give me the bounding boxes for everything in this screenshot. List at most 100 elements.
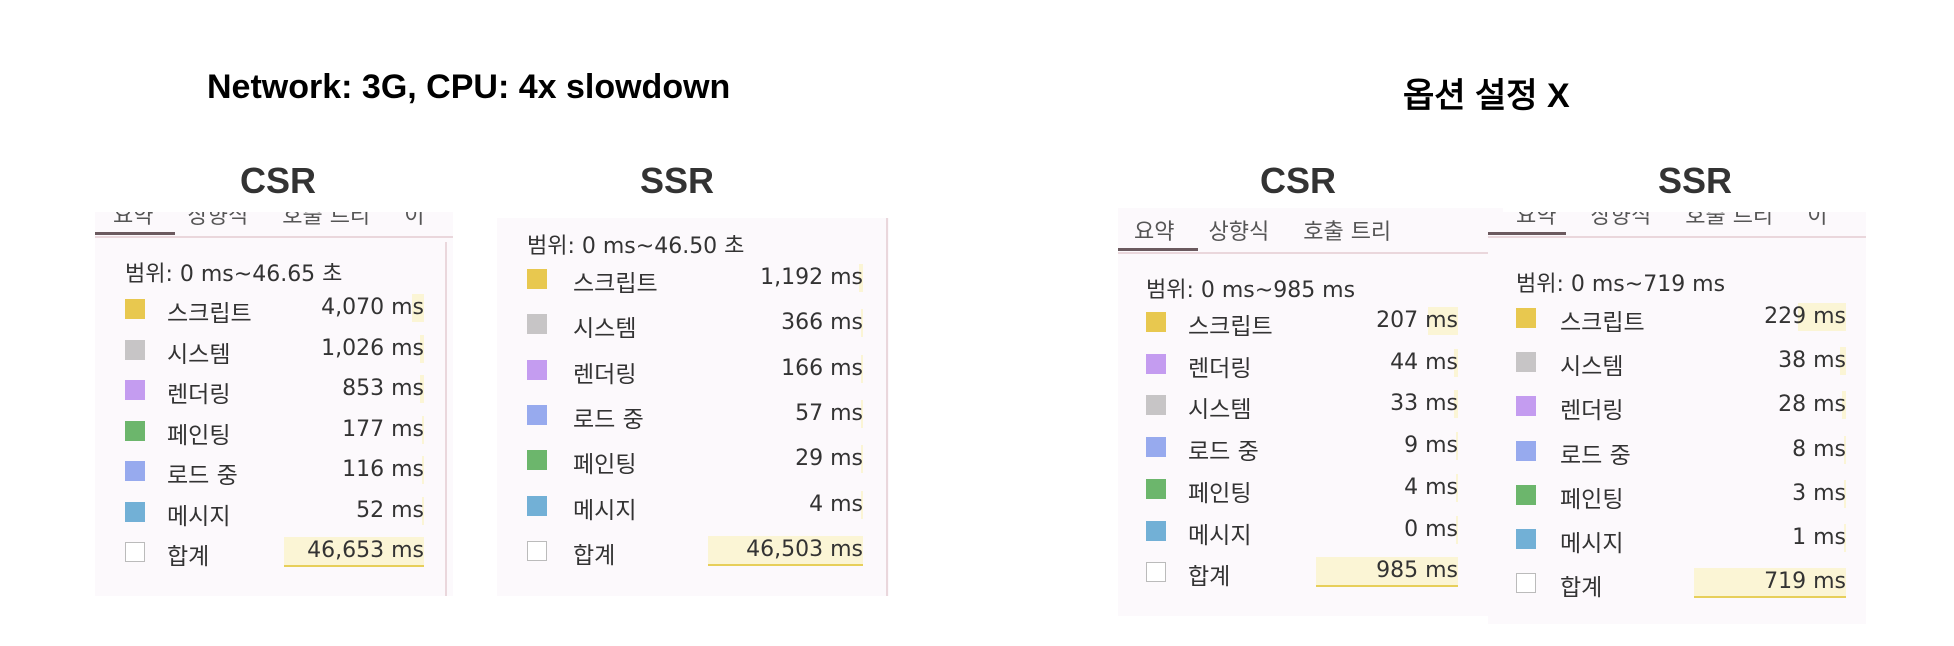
category-label: 페인팅 — [167, 422, 231, 449]
total-row: 합계 46,503 ms — [497, 534, 889, 569]
category-value: 46,653 ms — [307, 538, 424, 563]
category-row: 페인팅 4 ms — [1118, 472, 1503, 507]
performance-summary-panel-csr-no-options: 요약 상향식 호출 트리 범위: 0 ms~985 ms 스크립트 207 ms 렌더링… — [1118, 208, 1503, 616]
category-color-swatch — [1146, 437, 1166, 458]
category-value: 29 ms — [795, 446, 863, 472]
tab-call-tree[interactable]: 호출 트리 — [1685, 212, 1773, 230]
category-row: 메시지 1 ms — [1488, 522, 1866, 557]
tab-call-tree[interactable]: 호출 트리 — [1303, 214, 1391, 246]
panel-tab-bar: 요약 상향식 호출 트리 — [1134, 214, 1503, 246]
category-value: 4,070 ms — [321, 295, 424, 320]
category-label: 합계 — [167, 544, 210, 570]
category-value: 1,192 ms — [760, 265, 863, 290]
category-row: 렌더링 166 ms — [497, 353, 889, 388]
time-range: 범위: 0 ms~46.65 초 — [125, 262, 343, 287]
category-color-swatch — [527, 269, 547, 289]
active-tab-indicator — [95, 232, 175, 235]
time-range: 범위: 0 ms~46.50 초 — [527, 234, 745, 259]
active-tab-indicator — [1488, 232, 1566, 235]
category-row: 시스템 38 ms — [1488, 345, 1866, 381]
category-label: 메시지 — [1560, 531, 1624, 557]
category-label: 렌더링 — [167, 382, 231, 408]
performance-summary-panel-ssr-throttled: 범위: 0 ms~46.50 초 스크립트 1,192 ms 시스템 366 ms 렌더… — [497, 218, 889, 596]
category-value: 44 ms — [1390, 349, 1458, 375]
category-color-swatch — [1516, 352, 1536, 373]
active-tab-indicator — [1118, 248, 1198, 251]
total-row: 합계 46,653 ms — [95, 535, 453, 570]
category-row: 렌더링 853 ms — [95, 373, 453, 408]
category-value: 719 ms — [1764, 569, 1846, 595]
category-label: 스크립트 — [1188, 314, 1273, 340]
time-range: 범위: 0 ms~985 ms — [1146, 278, 1356, 303]
category-row: 로드 중 9 ms — [1118, 430, 1503, 466]
column-title-csr-throttled: CSR — [240, 160, 317, 201]
category-row: 페인팅 3 ms — [1488, 478, 1866, 513]
category-row: 페인팅 29 ms — [497, 443, 889, 479]
category-label: 로드 중 — [1188, 439, 1259, 466]
category-label: 스크립트 — [1560, 310, 1645, 336]
category-label: 메시지 — [1188, 522, 1252, 549]
category-value: 52 ms — [356, 497, 424, 523]
section-heading-throttled: Network: 3G, CPU: 4x slowdown — [207, 68, 731, 106]
category-label: 스크립트 — [573, 271, 658, 297]
tab-call-tree[interactable]: 호출 트리 — [282, 212, 370, 230]
category-row: 렌더링 28 ms — [1488, 389, 1866, 425]
category-color-swatch — [125, 380, 145, 400]
category-color-swatch — [1516, 484, 1536, 505]
performance-summary-panel-ssr-no-options: 요약 상향식 호출 트리 이 범위: 0 ms~719 ms 스크립트 229 ms 시스… — [1488, 212, 1866, 624]
category-label: 로드 중 — [167, 463, 238, 489]
category-label: 메시지 — [573, 497, 637, 524]
category-value: 38 ms — [1778, 348, 1846, 374]
tab-bar-divider — [1488, 236, 1866, 238]
category-color-swatch — [1516, 529, 1536, 549]
category-value: 116 ms — [342, 457, 424, 482]
category-color-swatch — [527, 450, 547, 471]
category-color-swatch — [1146, 312, 1166, 332]
total-row: 합계 985 ms — [1118, 555, 1503, 590]
total-row: 합계 719 ms — [1488, 566, 1866, 601]
category-label: 렌더링 — [573, 361, 637, 388]
category-row: 메시지 0 ms — [1118, 514, 1503, 549]
category-label: 렌더링 — [1560, 398, 1624, 425]
section-heading-no-options: 옵션 설정 X — [1403, 77, 1570, 115]
category-value: 33 ms — [1390, 391, 1458, 417]
category-label: 렌더링 — [1188, 355, 1252, 382]
category-value: 177 ms — [342, 416, 424, 442]
tab-bottom-up[interactable]: 상향식 — [1208, 214, 1269, 246]
tab-summary[interactable]: 요약 — [113, 212, 153, 230]
category-color-swatch — [527, 359, 547, 380]
tab-summary[interactable]: 요약 — [1516, 212, 1556, 230]
category-row: 로드 중 8 ms — [1488, 434, 1866, 469]
category-label: 메시지 — [167, 503, 231, 530]
tab-summary[interactable]: 요약 — [1134, 214, 1174, 246]
category-value: 28 ms — [1778, 392, 1846, 418]
category-color-swatch — [527, 314, 547, 335]
category-value: 3 ms — [1792, 480, 1846, 506]
category-color-swatch — [527, 540, 547, 561]
category-color-swatch — [1516, 440, 1536, 461]
category-color-swatch — [125, 461, 145, 481]
category-color-swatch — [1146, 562, 1166, 583]
category-label: 시스템 — [573, 316, 637, 343]
category-value: 9 ms — [1404, 433, 1458, 459]
category-color-swatch — [1516, 573, 1536, 594]
tab-event-log[interactable]: 이 — [404, 212, 424, 230]
category-row: 시스템 33 ms — [1118, 388, 1503, 423]
tab-bottom-up[interactable]: 상향식 — [1590, 212, 1651, 230]
category-label: 시스템 — [1560, 354, 1624, 381]
category-color-swatch — [1516, 308, 1536, 328]
category-label: 페인팅 — [573, 452, 637, 479]
category-row: 스크립트 207 ms — [1118, 305, 1503, 340]
tab-bar-divider — [95, 236, 453, 238]
category-row: 시스템 366 ms — [497, 307, 889, 343]
category-row: 스크립트 1,192 ms — [497, 262, 889, 297]
category-value: 1 ms — [1792, 525, 1846, 550]
category-value: 366 ms — [781, 310, 863, 336]
category-row: 로드 중 116 ms — [95, 454, 453, 489]
tab-event-log[interactable]: 이 — [1807, 212, 1827, 230]
category-value: 853 ms — [342, 376, 424, 401]
category-value: 1,026 ms — [321, 335, 424, 361]
category-color-swatch — [125, 501, 145, 522]
tab-bottom-up[interactable]: 상향식 — [187, 212, 248, 230]
category-color-swatch — [125, 542, 145, 562]
